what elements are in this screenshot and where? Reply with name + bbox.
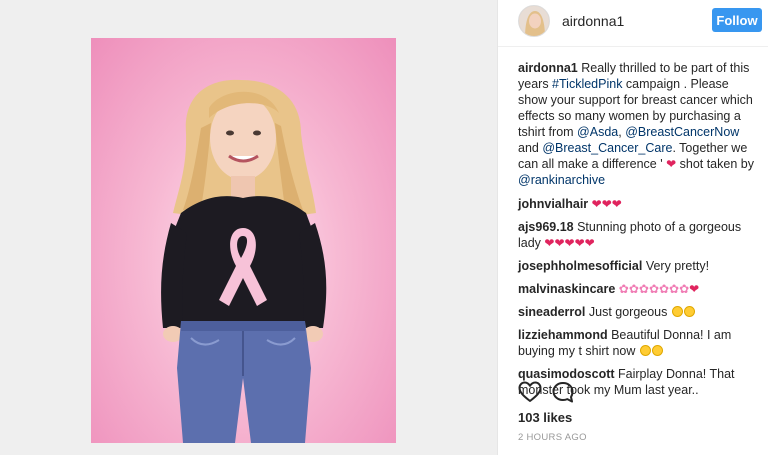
blossom-emoji: ✿✿✿✿✿✿✿ <box>618 282 690 296</box>
mention-link[interactable]: @Asda <box>577 125 618 139</box>
post-sidebar: airdonna1 Follow airdonna1 Really thrill… <box>497 0 768 455</box>
comment: malvinaskincare ✿✿✿✿✿✿✿❤ <box>518 281 758 297</box>
post-timestamp: 2 HOURS AGO <box>518 432 587 443</box>
kiss-emoji <box>639 345 651 356</box>
caption-text: shot taken by <box>676 157 754 171</box>
mention-link[interactable]: @Breast_Cancer_Care <box>542 141 672 155</box>
comments-list: airdonna1 Really thrilled to be part of … <box>518 60 758 405</box>
heart-emoji: ❤❤❤❤❤ <box>544 236 595 250</box>
heart-outline-icon[interactable] <box>518 381 542 403</box>
caption-text: and <box>518 141 543 155</box>
comment-text: Very pretty! <box>642 259 710 273</box>
post-photo[interactable] <box>91 38 396 443</box>
avatar[interactable] <box>518 5 550 37</box>
caption: airdonna1 Really thrilled to be part of … <box>518 60 758 188</box>
mention-link[interactable]: @rankinarchive <box>518 173 605 187</box>
comment-username[interactable]: quasimodoscott <box>518 367 615 381</box>
comment-bubble-icon[interactable] <box>551 381 575 403</box>
comment: johnvialhair ❤❤❤ <box>518 196 758 212</box>
kiss-emoji <box>651 345 663 356</box>
comment: sineaderrol Just gorgeous <box>518 304 758 320</box>
comment-username[interactable]: sineaderrol <box>518 305 585 319</box>
follow-button[interactable]: Follow <box>712 8 762 32</box>
comment-username[interactable]: josephholmesofficial <box>518 259 642 273</box>
comment: lizziehammond Beautiful Donna! I am buyi… <box>518 327 758 359</box>
heart-eyes-emoji <box>683 306 695 317</box>
post-username[interactable]: airdonna1 <box>562 13 624 29</box>
photo-pane <box>0 0 497 455</box>
heart-emoji: ❤❤❤ <box>591 197 622 211</box>
photo-illustration <box>161 79 327 443</box>
heart-emoji: ❤ <box>666 157 677 171</box>
post-header: airdonna1 Follow <box>498 0 768 47</box>
mention-link[interactable]: @BreastCancerNow <box>625 125 739 139</box>
comment-username[interactable]: johnvialhair <box>518 197 588 211</box>
comment-text: Just gorgeous <box>585 305 671 319</box>
heart-eyes-emoji <box>671 306 683 317</box>
comment-username[interactable]: lizziehammond <box>518 328 608 342</box>
comment-username[interactable]: malvinaskincare <box>518 282 615 296</box>
comment: josephholmesofficial Very pretty! <box>518 258 758 274</box>
comment-username[interactable]: ajs969.18 <box>518 220 574 234</box>
post-actions <box>518 381 598 403</box>
comment: ajs969.18 Stunning photo of a gorgeous l… <box>518 219 758 251</box>
heart-emoji: ❤ <box>689 282 700 296</box>
caption-username[interactable]: airdonna1 <box>518 61 578 75</box>
likes-count[interactable]: 103 likes <box>518 410 572 425</box>
hashtag-link[interactable]: #TickledPink <box>552 77 622 91</box>
avatar-image <box>519 6 549 36</box>
